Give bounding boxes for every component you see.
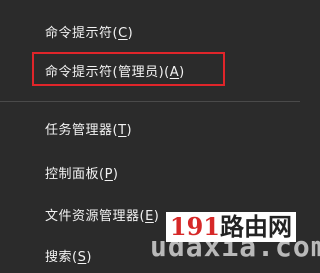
menu-item-label-close: )	[179, 65, 185, 80]
menu-item-label-close: )	[86, 250, 92, 265]
menu-item-label-close: )	[127, 26, 134, 41]
menu-item-label: 搜索(	[45, 250, 78, 265]
menu-item-accelerator: A	[169, 65, 180, 80]
menu-item-label: 文件资源管理器(	[45, 209, 146, 224]
menu-item-command-prompt-admin[interactable]: 命令提示符(管理员)(A)	[45, 61, 185, 80]
menu-item-accelerator: C	[118, 26, 128, 41]
menu-item-control-panel[interactable]: 控制面板(P)	[45, 163, 119, 182]
menu-item-label: 命令提示符(管理员)(	[45, 65, 170, 80]
menu-item-label: 任务管理器(	[45, 123, 119, 138]
menu-item-command-prompt[interactable]: 命令提示符(C)	[45, 22, 133, 41]
menu-item-accelerator: T	[118, 123, 127, 138]
menu-item-accelerator: P	[104, 167, 113, 182]
menu-item-task-manager[interactable]: 任务管理器(T)	[45, 119, 132, 138]
watermark-url: udaxia.com	[150, 230, 320, 263]
menu-item-label-close: )	[126, 123, 133, 138]
menu-item-label: 控制面板(	[45, 167, 105, 182]
menu-item-accelerator: E	[145, 209, 154, 224]
watermark-sign: 191路由网	[165, 212, 296, 242]
menu-item-label-close: )	[153, 209, 160, 224]
menu-divider	[0, 101, 300, 102]
watermark-sign-text: 路由网	[220, 212, 292, 241]
menu-item-label-close: )	[112, 167, 119, 182]
watermark-sign-number: 191	[169, 212, 220, 241]
watermark: udaxia.com 191路由网	[140, 200, 320, 273]
menu-item-search[interactable]: 搜索(S)	[45, 246, 92, 265]
menu-item-file-explorer[interactable]: 文件资源管理器(E)	[45, 205, 159, 224]
menu-item-label: 命令提示符(	[45, 26, 119, 41]
context-menu: 命令提示符(C) 命令提示符(管理员)(A) 任务管理器(T) 控制面板(P) …	[0, 0, 320, 273]
